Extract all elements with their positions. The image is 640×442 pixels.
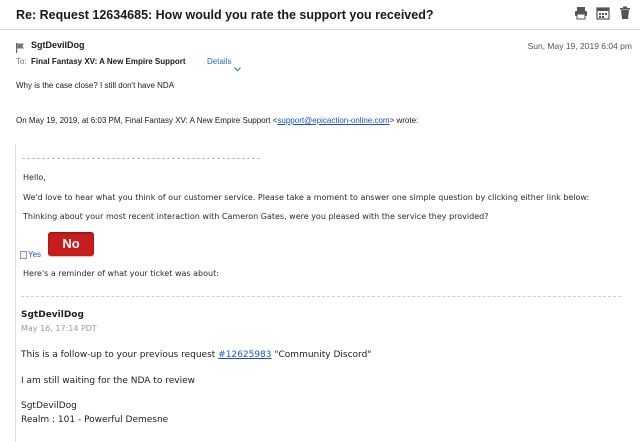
message-date: Sun, May 19, 2019 6:04 pm <box>527 41 632 51</box>
flag-icon[interactable] <box>15 40 25 58</box>
reply-text: Why is the case close? I still don't hav… <box>16 81 175 90</box>
survey-question: Thinking about your most recent interact… <box>23 212 489 221</box>
details-link[interactable]: Details <box>207 57 231 66</box>
quote-intro-prefix: On May 19, 2019, at 6:03 PM, Final Fanta… <box>16 116 278 125</box>
yes-alt-text: Yes <box>28 250 42 259</box>
yes-image-link[interactable]: Yes <box>20 250 41 259</box>
comment-date: May 16, 17:14 PDT <box>21 324 97 333</box>
survey-intro: We'd love to hear what you think of our … <box>23 193 590 202</box>
followup-line: This is a follow-up to your previous req… <box>21 350 371 360</box>
calendar-icon[interactable] <box>596 6 612 22</box>
print-icon[interactable] <box>574 6 590 22</box>
signature-realm: Realm : 101 - Powerful Demesne <box>21 415 169 425</box>
request-link[interactable]: #12625983 <box>218 350 271 360</box>
signature-name: SgtDevilDog <box>21 401 77 411</box>
trash-icon[interactable] <box>618 6 634 22</box>
divider <box>22 158 260 159</box>
waiting-text: I am still waiting for the NDA to review <box>21 376 195 386</box>
subject-bar: Re: Request 12634685: How would you rate… <box>0 0 640 30</box>
quote-intro-suffix: > wrote: <box>389 116 419 125</box>
recipient-name[interactable]: Final Fantasy XV: A New Empire Support <box>31 57 186 66</box>
to-label: To: <box>16 57 27 66</box>
message-header: SgtDevilDog Sun, May 19, 2019 6:04 pm To… <box>0 31 640 72</box>
ticket-reminder: Here's a reminder of what your ticket wa… <box>23 269 219 278</box>
ticket-divider <box>21 296 621 297</box>
followup-prefix: This is a follow-up to your previous req… <box>21 350 219 360</box>
no-button[interactable]: No <box>48 232 94 256</box>
broken-image-icon <box>20 250 27 259</box>
greeting: Hello, <box>23 173 46 182</box>
followup-suffix: "Community Discord" <box>271 350 372 360</box>
quoted-message: Hello, We'd love to hear what you think … <box>15 144 635 442</box>
chevron-down-icon[interactable] <box>234 59 241 77</box>
comment-author: SgtDevilDog <box>21 310 84 320</box>
support-email-link[interactable]: support@epicaction-online.com <box>277 116 389 125</box>
quote-intro: On May 19, 2019, at 6:03 PM, Final Fanta… <box>16 116 418 125</box>
sender-name[interactable]: SgtDevilDog <box>31 40 85 50</box>
email-subject: Re: Request 12634685: How would you rate… <box>16 8 434 22</box>
